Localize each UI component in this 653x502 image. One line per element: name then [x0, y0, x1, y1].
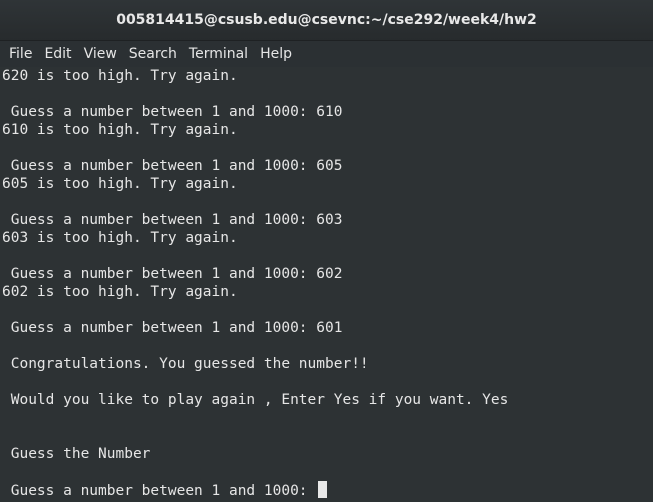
menu-terminal[interactable]: Terminal	[183, 44, 254, 64]
terminal-line: 620 is too high. Try again.	[2, 68, 238, 84]
terminal-lines: 620 is too high. Try again. Guess a numb…	[2, 67, 508, 499]
terminal-line: Guess a number between 1 and 1000: 603	[2, 212, 343, 228]
terminal-line: Guess a number between 1 and 1000:	[2, 481, 508, 499]
terminal-line: Guess a number between 1 and 1000: 605	[2, 158, 343, 174]
terminal-line: Congratulations. You guessed the number!…	[2, 356, 369, 372]
title-bar[interactable]: 005814415@csusb.edu@csevnc:~/cse292/week…	[0, 0, 653, 41]
menu-view[interactable]: View	[78, 44, 123, 64]
terminal-line: 610 is too high. Try again.	[2, 122, 238, 138]
terminal-output[interactable]: 620 is too high. Try again. Guess a numb…	[0, 67, 653, 502]
terminal-window: 005814415@csusb.edu@csevnc:~/cse292/week…	[0, 0, 653, 502]
terminal-line: 605 is too high. Try again.	[2, 176, 238, 192]
window-title: 005814415@csusb.edu@csevnc:~/cse292/week…	[116, 12, 537, 28]
terminal-cursor	[318, 481, 328, 498]
menu-file[interactable]: File	[3, 44, 38, 64]
menu-help[interactable]: Help	[254, 44, 298, 64]
terminal-line: Guess the Number	[2, 446, 151, 462]
menu-bar: File Edit View Search Terminal Help	[0, 41, 653, 67]
terminal-line: 603 is too high. Try again.	[2, 230, 238, 246]
terminal-line: Guess a number between 1 and 1000: 610	[2, 104, 343, 120]
menu-edit[interactable]: Edit	[38, 44, 77, 64]
terminal-line: Guess a number between 1 and 1000: 602	[2, 266, 343, 282]
menu-search[interactable]: Search	[123, 44, 183, 64]
terminal-line: 602 is too high. Try again.	[2, 284, 238, 300]
terminal-line: Would you like to play again , Enter Yes…	[2, 392, 509, 408]
terminal-line: Guess a number between 1 and 1000: 601	[2, 320, 343, 336]
